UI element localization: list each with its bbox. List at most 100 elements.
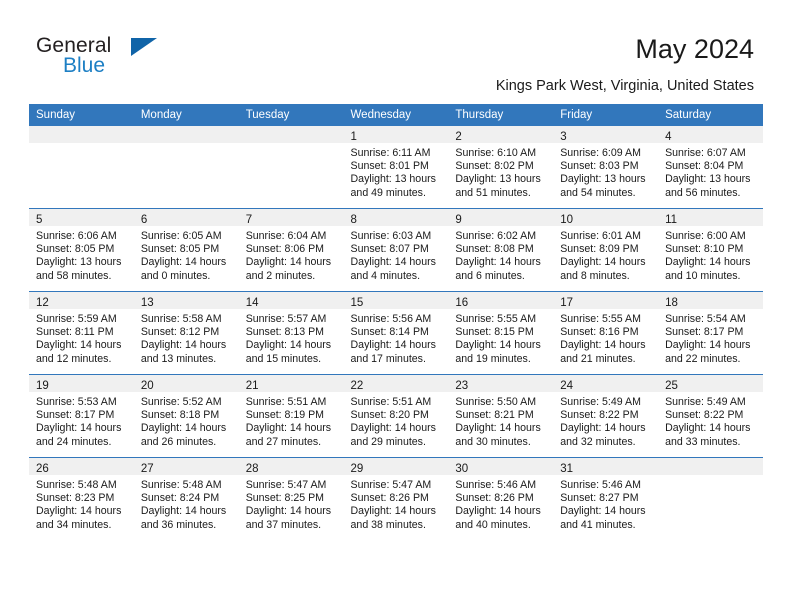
sunrise-text: Sunrise: 5:55 AM <box>560 313 641 325</box>
day-cell-inner <box>29 126 134 208</box>
sunset-text: Sunset: 8:01 PM <box>350 160 429 173</box>
calendar-day-cell[interactable]: 14 Sunrise: 5:57 AM Sunset: 8:13 PM Dayligh… <box>238 291 344 375</box>
day-number-band <box>238 126 344 143</box>
day-number: 1 <box>350 131 357 143</box>
day-number: 2 <box>455 131 462 143</box>
calendar-day-cell[interactable]: 24 Sunrise: 5:49 AM Sunset: 8:22 PM Dayligh… <box>553 374 659 458</box>
day-number-band: 18 <box>658 292 763 309</box>
daylight-text-line2: and 58 minutes. <box>36 269 112 282</box>
daylight-text-line1: Daylight: 14 hours <box>245 505 332 518</box>
calendar-day-cell[interactable]: 31 Sunrise: 5:46 AM Sunset: 8:27 PM Dayligh… <box>553 457 659 540</box>
day-cell-inner: 19 Sunrise: 5:53 AM Sunset: 8:17 PM Dayligh… <box>29 375 134 457</box>
calendar-day-cell[interactable]: 25 Sunrise: 5:49 AM Sunset: 8:22 PM Dayligh… <box>658 374 763 458</box>
weekday-header-row: Sunday Monday Tuesday Wednesday Thursday Frid… <box>29 104 763 126</box>
calendar-day-cell[interactable]: 23 Sunrise: 5:50 AM Sunset: 8:21 PM Dayligh… <box>448 374 554 458</box>
calendar-day-cell[interactable]: 9 Sunrise: 6:02 AM Sunset: 8:08 PM Daylight… <box>448 208 554 292</box>
day-number-band: 1 <box>343 126 449 143</box>
day-number: 30 <box>455 463 469 475</box>
sunrise-text: Sunrise: 5:56 AM <box>350 313 432 325</box>
sunset-text: Sunset: 8:07 PM <box>350 243 429 256</box>
sunset-text: Sunset: 8:11 PM <box>36 326 114 339</box>
daylight-text-line2: and 49 minutes. <box>350 186 426 199</box>
weekday-header-friday: Friday <box>553 104 659 126</box>
daylight-text-line2: and 24 minutes. <box>36 435 112 448</box>
sunrise-text: Sunrise: 5:54 AM <box>665 313 746 325</box>
calendar-day-cell[interactable]: 19 Sunrise: 5:53 AM Sunset: 8:17 PM Dayligh… <box>29 374 134 458</box>
calendar-day-cell[interactable]: 10 Sunrise: 6:01 AM Sunset: 8:09 PM Dayligh… <box>553 208 659 292</box>
day-details: Sunrise: 6:03 AM Sunset: 8:07 PM Daylight:… <box>344 226 449 283</box>
sunrise-text: Sunrise: 5:59 AM <box>36 313 117 325</box>
day-number: 23 <box>455 380 469 392</box>
daylight-text-line2: and 27 minutes. <box>245 435 322 448</box>
daylight-text-line2: and 2 minutes. <box>245 269 316 282</box>
calendar-day-cell[interactable]: 2 Sunrise: 6:10 AM Sunset: 8:02 PM Daylight… <box>448 126 554 209</box>
calendar-day-cell[interactable]: 11 Sunrise: 6:00 AM Sunset: 8:10 PM Dayligh… <box>658 208 763 292</box>
calendar-day-cell[interactable]: 7 Sunrise: 6:04 AM Sunset: 8:06 PM Daylight… <box>238 208 344 292</box>
calendar-day-cell[interactable]: 8 Sunrise: 6:03 AM Sunset: 8:07 PM Daylight… <box>343 208 449 292</box>
sunset-text: Sunset: 8:02 PM <box>455 160 534 173</box>
calendar-day-cell[interactable]: 13 Sunrise: 5:58 AM Sunset: 8:12 PM Dayligh… <box>133 291 239 375</box>
day-cell-inner: 5 Sunrise: 6:06 AM Sunset: 8:05 PM Daylight… <box>29 209 134 291</box>
daylight-text-line1: Daylight: 14 hours <box>665 256 751 269</box>
calendar-week-row: 26 Sunrise: 5:48 AM Sunset: 8:23 PM Dayligh… <box>29 457 763 540</box>
daylight-text-line2: and 41 minutes. <box>560 518 636 531</box>
sunrise-text: Sunrise: 5:50 AM <box>455 396 537 408</box>
calendar-day-cell[interactable]: 26 Sunrise: 5:48 AM Sunset: 8:23 PM Dayligh… <box>29 457 134 540</box>
day-cell-inner: 23 Sunrise: 5:50 AM Sunset: 8:21 PM Dayligh… <box>448 375 554 457</box>
day-cell-inner: 30 Sunrise: 5:46 AM Sunset: 8:26 PM Dayligh… <box>448 458 554 540</box>
sunset-text: Sunset: 8:18 PM <box>140 409 220 422</box>
daylight-text-line2: and 38 minutes. <box>350 518 426 531</box>
daylight-text-line1: Daylight: 14 hours <box>560 256 646 269</box>
day-number: 28 <box>245 463 259 475</box>
daylight-text-line2: and 6 minutes. <box>455 269 525 282</box>
day-details: Sunrise: 6:07 AM Sunset: 8:04 PM Daylight:… <box>658 143 763 200</box>
daylight-text-line1: Daylight: 13 hours <box>665 173 751 186</box>
day-number-band: 24 <box>553 375 659 392</box>
sunrise-text: Sunrise: 6:09 AM <box>560 147 641 159</box>
day-cell-inner: 24 Sunrise: 5:49 AM Sunset: 8:22 PM Dayligh… <box>553 375 659 457</box>
calendar-day-cell[interactable]: 20 Sunrise: 5:52 AM Sunset: 8:18 PM Dayligh… <box>133 374 239 458</box>
calendar-day-cell[interactable]: 15 Sunrise: 5:56 AM Sunset: 8:14 PM Dayligh… <box>343 291 449 375</box>
weekday-header-monday: Monday <box>133 104 239 126</box>
calendar-day-cell[interactable]: 18 Sunrise: 5:54 AM Sunset: 8:17 PM Dayligh… <box>658 291 763 375</box>
calendar-day-cell[interactable]: 29 Sunrise: 5:47 AM Sunset: 8:26 PM Dayligh… <box>343 457 449 540</box>
calendar-day-cell[interactable]: 21 Sunrise: 5:51 AM Sunset: 8:19 PM Dayligh… <box>238 374 344 458</box>
day-number-band: 17 <box>553 292 659 309</box>
calendar-day-cell[interactable]: 22 Sunrise: 5:51 AM Sunset: 8:20 PM Dayligh… <box>343 374 449 458</box>
calendar-cell-empty <box>133 126 239 209</box>
day-cell-inner: 18 Sunrise: 5:54 AM Sunset: 8:17 PM Dayligh… <box>658 292 763 374</box>
day-number-band: 13 <box>133 292 239 309</box>
calendar-day-cell[interactable]: 30 Sunrise: 5:46 AM Sunset: 8:26 PM Dayligh… <box>448 457 554 540</box>
calendar-day-cell[interactable]: 1 Sunrise: 6:11 AM Sunset: 8:01 PM Daylight… <box>343 126 449 209</box>
day-details: Sunrise: 5:55 AM Sunset: 8:15 PM Daylight:… <box>448 309 553 366</box>
calendar-day-cell[interactable]: 27 Sunrise: 5:48 AM Sunset: 8:24 PM Dayligh… <box>133 457 239 540</box>
sunset-text: Sunset: 8:04 PM <box>665 160 744 173</box>
calendar-day-cell[interactable]: 28 Sunrise: 5:47 AM Sunset: 8:25 PM Dayligh… <box>238 457 344 540</box>
sunrise-text: Sunrise: 5:49 AM <box>560 396 641 408</box>
calendar-day-cell[interactable]: 6 Sunrise: 6:05 AM Sunset: 8:05 PM Daylight… <box>133 208 239 292</box>
sunrise-text: Sunrise: 6:00 AM <box>665 230 746 242</box>
sunset-text: Sunset: 8:14 PM <box>350 326 429 339</box>
calendar-day-cell[interactable]: 17 Sunrise: 5:55 AM Sunset: 8:16 PM Dayligh… <box>553 291 659 375</box>
daylight-text-line1: Daylight: 14 hours <box>245 256 332 269</box>
sunrise-text: Sunrise: 5:48 AM <box>36 479 117 491</box>
sunrise-text: Sunrise: 5:49 AM <box>665 396 746 408</box>
day-number: 20 <box>140 380 154 392</box>
day-details: Sunrise: 6:00 AM Sunset: 8:10 PM Daylight:… <box>658 226 763 283</box>
calendar-day-cell[interactable]: 12 Sunrise: 5:59 AM Sunset: 8:11 PM Dayligh… <box>29 291 134 375</box>
generalblue-logo[interactable]: General Blue <box>36 34 256 84</box>
weekday-header-wednesday: Wednesday <box>343 104 449 126</box>
calendar-day-cell[interactable]: 4 Sunrise: 6:07 AM Sunset: 8:04 PM Daylight… <box>658 126 763 209</box>
day-number-band: 21 <box>238 375 344 392</box>
sunset-text: Sunset: 8:05 PM <box>36 243 115 256</box>
daylight-text-line2: and 17 minutes. <box>350 352 426 365</box>
calendar-day-cell[interactable]: 3 Sunrise: 6:09 AM Sunset: 8:03 PM Daylight… <box>553 126 659 209</box>
logo-text-blue: Blue <box>63 54 106 77</box>
day-details: Sunrise: 6:11 AM Sunset: 8:01 PM Daylight:… <box>344 143 449 200</box>
day-details: Sunrise: 5:48 AM Sunset: 8:24 PM Daylight:… <box>134 475 239 532</box>
day-number: 16 <box>455 297 469 309</box>
weekday-header-saturday: Saturday <box>658 104 763 126</box>
daylight-text-line2: and 12 minutes. <box>36 352 112 365</box>
calendar-day-cell[interactable]: 16 Sunrise: 5:55 AM Sunset: 8:15 PM Dayligh… <box>448 291 554 375</box>
calendar-day-cell[interactable]: 5 Sunrise: 6:06 AM Sunset: 8:05 PM Daylight… <box>29 208 134 292</box>
